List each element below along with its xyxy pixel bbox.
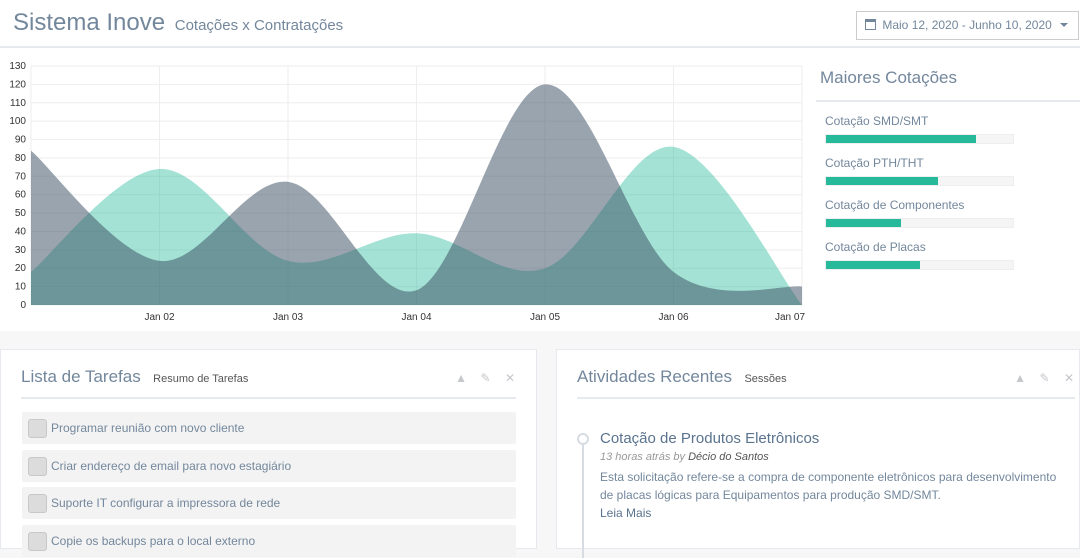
task-label: Copie os backups para o local externo xyxy=(51,534,256,548)
activities-title: Atividades Recentes xyxy=(577,367,732,386)
close-icon[interactable]: ✕ xyxy=(1063,372,1075,384)
activities-header: Atividades Recentes Sessões ▲ ✎ ✕ xyxy=(577,367,1075,399)
activity-time: 13 horas atrás by xyxy=(600,451,685,463)
data-point xyxy=(673,271,674,272)
activity-author[interactable]: Décio do Santos xyxy=(688,451,769,463)
quote-progress-fill xyxy=(826,177,939,185)
y-tick-label: 130 xyxy=(9,61,26,72)
task-item[interactable]: Suporte IT configurar a impressora de re… xyxy=(22,487,516,519)
quote-progress-item: Cotação SMD/SMT xyxy=(825,114,1080,144)
y-tick-label: 120 xyxy=(9,79,26,90)
page-header: Sistema Inove Cotações x Contratações Ma… xyxy=(0,0,1080,48)
quote-progress-fill xyxy=(826,261,920,269)
timeline-line xyxy=(582,438,584,558)
quote-progress-bar xyxy=(825,176,1014,186)
date-range-picker[interactable]: Maio 12, 2020 - Junho 10, 2020 xyxy=(856,11,1079,40)
close-icon[interactable]: ✕ xyxy=(504,372,516,384)
date-range-text: Maio 12, 2020 - Junho 10, 2020 xyxy=(882,18,1052,32)
y-tick-label: 50 xyxy=(15,208,27,219)
y-tick-label: 40 xyxy=(15,226,27,237)
chevron-up-icon[interactable]: ▲ xyxy=(1014,372,1026,384)
data-point xyxy=(416,290,417,291)
quote-progress-fill xyxy=(826,135,976,143)
task-list-subtitle: Resumo de Tarefas xyxy=(153,373,249,385)
top-quotes-title: Maiores Cotações xyxy=(816,58,1080,102)
quote-progress-item: Cotação de Placas xyxy=(825,240,1080,270)
task-checkbox[interactable] xyxy=(28,494,47,513)
cotacoes-area-chart: 0 10 20 30 40 50 60 70 80 90 100 110 120 130 Jan 02 Jan… xyxy=(9,61,805,323)
y-tick-label: 0 xyxy=(20,300,26,311)
quote-progress-label: Cotação de Componentes xyxy=(825,198,965,212)
x-tick-label: Jan 02 xyxy=(144,312,174,323)
y-tick-label: 100 xyxy=(9,116,26,127)
task-label: Suporte IT configurar a impressora de re… xyxy=(51,496,281,510)
panel-toolbox: ▲ ✎ ✕ xyxy=(1006,369,1075,387)
quote-progress-label: Cotação de Placas xyxy=(825,240,926,254)
data-point xyxy=(802,286,803,287)
wrench-icon[interactable]: ✎ xyxy=(480,372,492,384)
y-tick-label: 110 xyxy=(10,98,26,109)
y-tick-label: 80 xyxy=(15,153,27,164)
quote-progress-item: Cotação de Componentes xyxy=(825,198,1080,228)
task-item[interactable]: Criar endereço de email para novo estagi… xyxy=(22,450,516,482)
task-checkbox[interactable] xyxy=(28,457,47,476)
y-tick-label: 70 xyxy=(15,171,27,182)
activity-body: Esta solicitação refere-se a compra de c… xyxy=(600,468,1070,522)
data-point xyxy=(159,168,160,169)
activity-title[interactable]: Cotação de Produtos Eletrônicos xyxy=(600,430,819,447)
task-label: Programar reunião com novo cliente xyxy=(51,421,245,435)
y-tick-label: 30 xyxy=(15,245,27,256)
quote-progress-fill xyxy=(826,219,901,227)
read-more-link[interactable]: Leia Mais xyxy=(600,504,1070,522)
activities-subtitle: Sessões xyxy=(744,373,787,385)
quote-progress-label: Cotação SMD/SMT xyxy=(825,114,929,128)
task-list-title: Lista de Tarefas xyxy=(21,367,141,386)
task-item[interactable]: Programar reunião com novo cliente xyxy=(22,412,516,444)
data-point xyxy=(545,84,546,85)
x-tick-label: Jan 07 xyxy=(775,312,805,323)
wrench-icon[interactable]: ✎ xyxy=(1039,372,1051,384)
quote-progress-bar xyxy=(825,134,1014,144)
data-point xyxy=(159,260,160,261)
data-point xyxy=(31,150,32,151)
calendar-icon xyxy=(865,19,876,30)
task-list-panel: Lista de Tarefas Resumo de Tarefas ▲ ✎ ✕… xyxy=(0,349,537,557)
task-label: Criar endereço de email para novo estagi… xyxy=(51,459,292,473)
panel-toolbox: ▲ ✎ ✕ xyxy=(447,369,516,387)
task-list-header: Lista de Tarefas Resumo de Tarefas ▲ ✎ ✕ xyxy=(21,367,516,399)
task-checkbox[interactable] xyxy=(28,532,47,551)
quote-progress-label: Cotação PTH/THT xyxy=(825,156,924,170)
data-point xyxy=(288,181,289,182)
recent-activities-panel: Atividades Recentes Sessões ▲ ✎ ✕ Cotaçã… xyxy=(556,349,1080,558)
y-tick-label: 10 xyxy=(15,282,27,293)
x-tick-label: Jan 04 xyxy=(401,312,431,323)
timeline-dot-icon xyxy=(577,433,589,445)
x-tick-label: Jan 06 xyxy=(658,312,688,323)
quote-progress-bar xyxy=(825,260,1014,270)
dashboard-top: Sistema Inove Cotações x Contratações Ma… xyxy=(0,0,1080,331)
page-title: Sistema Inove Cotações x Contratações xyxy=(13,9,343,37)
app-title: Sistema Inove xyxy=(13,9,166,36)
data-point xyxy=(416,233,417,234)
top-quotes-panel: Maiores Cotações Cotação SMD/SMT Cotação … xyxy=(816,58,1080,270)
quote-progress-bar xyxy=(825,218,1014,228)
y-tick-label: 90 xyxy=(15,135,27,146)
x-tick-label: Jan 05 xyxy=(530,312,560,323)
y-tick-label: 60 xyxy=(15,190,27,201)
task-item[interactable]: Copie os backups para o local externo xyxy=(22,525,516,557)
task-checkbox[interactable] xyxy=(28,419,47,438)
y-tick-label: 20 xyxy=(15,263,27,274)
x-tick-label: Jan 03 xyxy=(273,312,303,323)
page-subtitle: Cotações x Contratações xyxy=(174,17,344,34)
activity-text: Esta solicitação refere-se a compra de c… xyxy=(600,470,1057,502)
caret-down-icon xyxy=(1060,23,1069,27)
activity-meta: 13 horas atrás by Décio do Santos xyxy=(600,451,769,463)
chevron-up-icon[interactable]: ▲ xyxy=(455,372,467,384)
quote-progress-item: Cotação PTH/THT xyxy=(825,156,1080,186)
data-point xyxy=(673,146,674,147)
